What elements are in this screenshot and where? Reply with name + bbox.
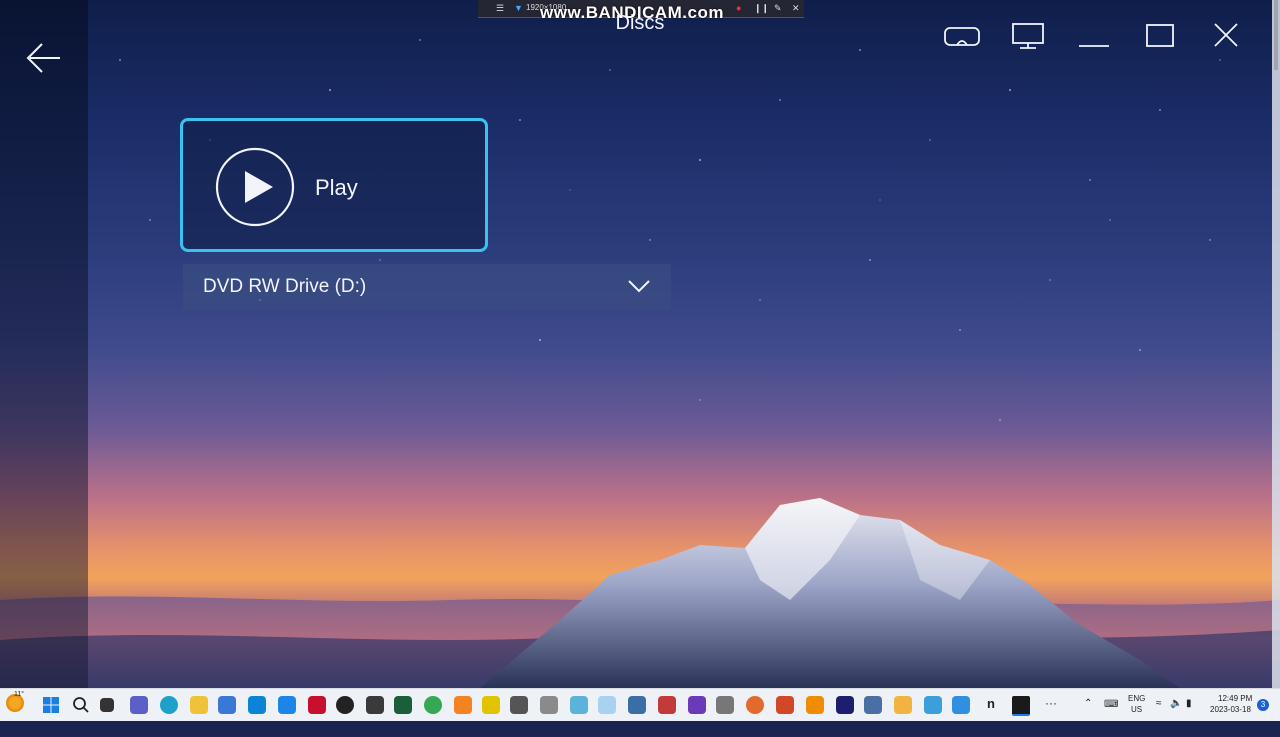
more-icon[interactable]: ··· [1042,696,1060,714]
brush-icon[interactable] [540,696,558,714]
scrollbar-thumb[interactable] [1274,0,1278,70]
clock-date: 2023-03-18 [1210,705,1251,714]
play-label: Play [315,175,358,200]
display-mode-button[interactable] [1008,20,1048,52]
region-indicator: US [1131,705,1143,714]
maximize-button[interactable] [1140,20,1180,52]
edge-icon[interactable] [160,696,178,714]
firefox-icon[interactable] [746,696,764,714]
app-icon-l[interactable] [248,696,266,714]
mcafee-icon[interactable] [308,696,326,714]
minimize-icon [1079,45,1109,47]
back-button[interactable] [24,38,64,78]
minimize-button[interactable] [1074,20,1114,52]
terminal-icon[interactable] [394,696,412,714]
app-icon-lightblue[interactable] [570,696,588,714]
chevron-down-icon [628,280,650,293]
app-icon-navy[interactable] [836,696,854,714]
vr-mode-button[interactable] [942,20,982,52]
play-disc-button[interactable]: Play [180,118,488,252]
app-icon-yellow[interactable] [482,696,500,714]
powerpoint-icon[interactable] [776,696,794,714]
search-icon [73,697,89,713]
task-view-icon[interactable] [100,698,114,712]
close-icon [1214,23,1238,47]
app-icon-pale[interactable] [598,696,616,714]
scrollbar[interactable] [1272,0,1280,688]
battery-icon[interactable]: ▮ [1186,698,1192,730]
close-button[interactable] [1206,20,1246,52]
camera-icon[interactable] [716,696,734,714]
app-icon-blue[interactable] [278,696,296,714]
back-arrow-icon [26,43,60,73]
chrome-icon[interactable] [424,696,442,714]
app-icon-dark[interactable] [366,696,384,714]
keyboard-icon[interactable]: ⌨ [1104,699,1118,731]
record-app-icon[interactable] [336,696,354,714]
weather-temperature: 11° [14,691,25,698]
app-icon-slate[interactable] [864,696,882,714]
maximize-icon [1146,24,1174,47]
chevron-up-icon[interactable]: ⌃ [1084,698,1092,730]
app-icon-red[interactable] [658,696,676,714]
app-icon-steel[interactable] [628,696,646,714]
chat-icon[interactable] [130,696,148,714]
mountain-scene [0,498,1280,688]
app-icon-amber[interactable] [894,696,912,714]
volume-icon[interactable]: 🔈 [1170,698,1182,730]
vlc-icon[interactable] [806,696,824,714]
app-icon-gray[interactable] [510,696,528,714]
notification-badge[interactable]: 3 [1257,699,1269,711]
left-sidebar-overlay [0,0,88,688]
vr-headset-icon [944,27,980,46]
taskbar: 11° n ··· ⌃ ⌨ ENG US ≈ 🔈 ▮ 12:49 PM 2023… [0,688,1280,721]
app-icon-sky[interactable] [924,696,942,714]
monitor-icon [1012,23,1044,49]
app-icon-n[interactable]: n [982,696,1000,714]
blender-icon[interactable] [454,696,472,714]
headphones-icon[interactable] [688,696,706,714]
download-icon[interactable] [952,696,970,714]
windows-start-button[interactable] [42,696,60,714]
drive-selected-value: DVD RW Drive (D:) [203,276,367,297]
play-icon [215,147,295,227]
windows-start-icon [43,697,59,713]
drive-dropdown[interactable]: DVD RW Drive (D:) [183,264,671,309]
store-icon[interactable] [218,696,236,714]
wifi-icon[interactable]: ≈ [1156,698,1162,730]
search-button[interactable] [72,696,90,714]
file-explorer-icon[interactable] [190,696,208,714]
media-player-taskbar-icon[interactable] [1012,696,1030,716]
